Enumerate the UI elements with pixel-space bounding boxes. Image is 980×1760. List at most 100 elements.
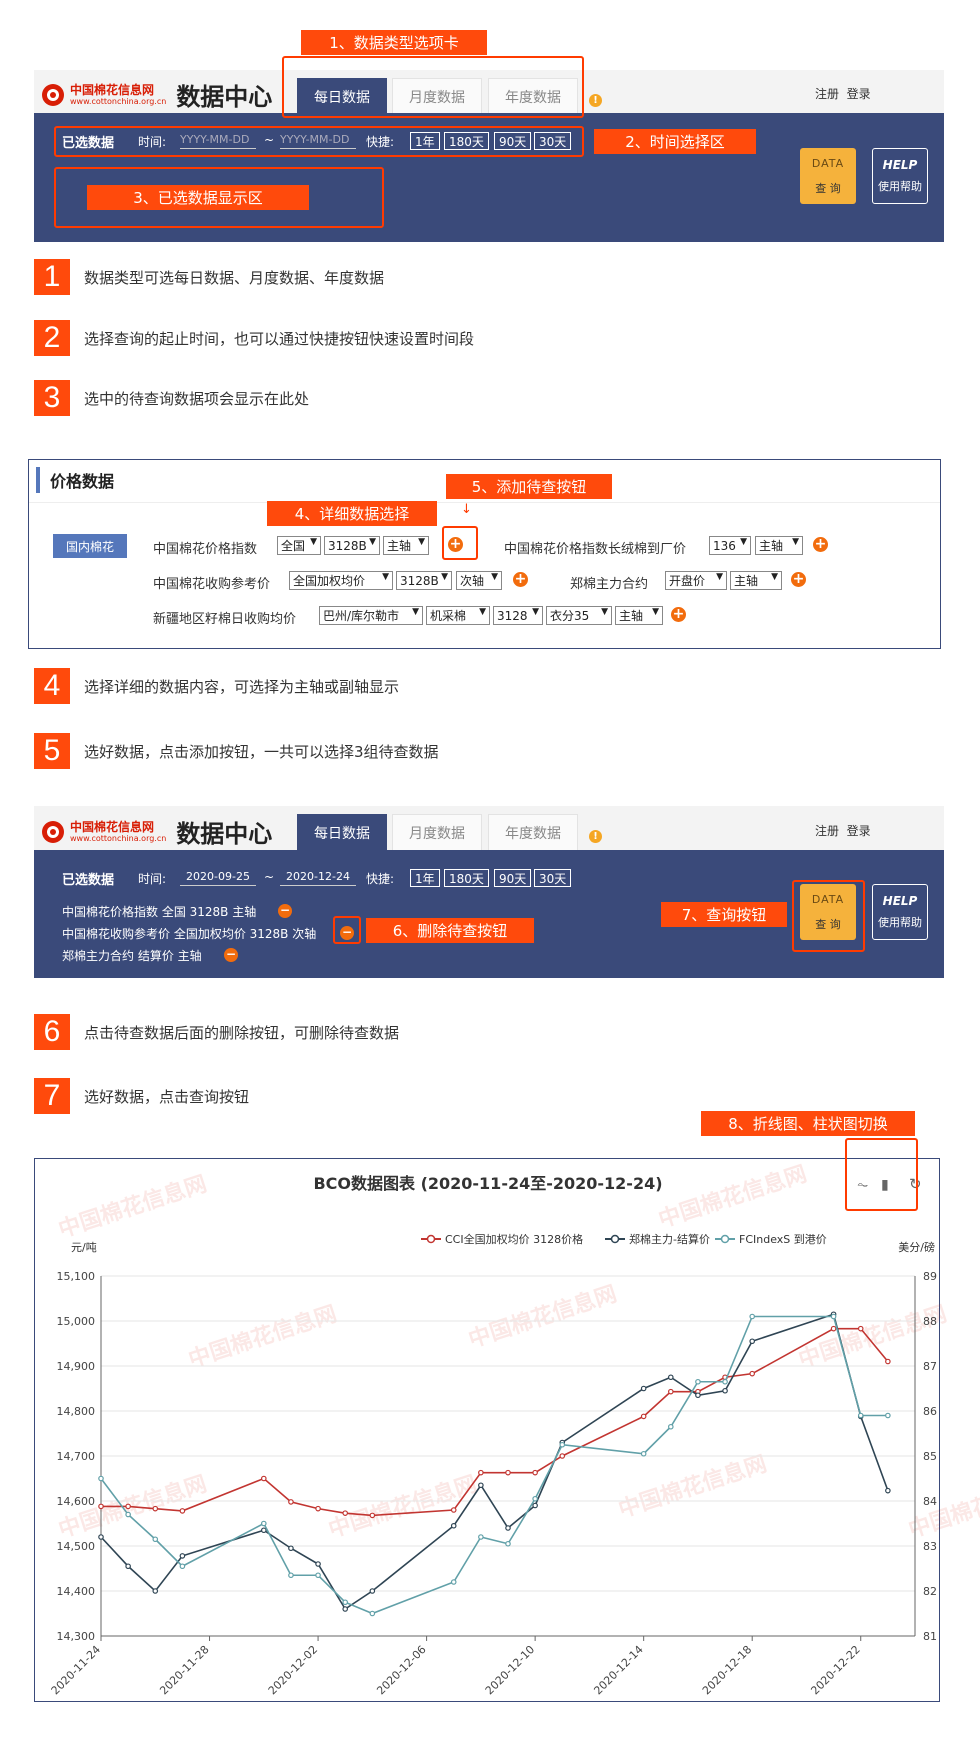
step-text: 选好数据，点击查询按钮 <box>84 1087 250 1106</box>
y-tick-left: 14,900 <box>57 1360 96 1373</box>
data-point <box>749 1338 756 1345</box>
line-chart: BCO数据图表 (2020-11-24至-2020-12-24) 元/吨 美分/磅 1… <box>49 1174 937 1697</box>
add-button[interactable]: + <box>791 572 806 587</box>
lint-select[interactable]: 衣分35 ▼ <box>546 606 612 625</box>
step-number: 5 <box>34 733 70 769</box>
brand-url: www.cottonchina.org.cn <box>70 96 167 106</box>
start-date-input[interactable]: 2020-09-25 <box>180 868 256 886</box>
remove-button[interactable]: − <box>278 904 292 918</box>
quick-180d-button[interactable]: 180天 <box>444 869 489 887</box>
category-domestic-cotton[interactable]: 国内棉花 <box>53 534 127 558</box>
end-date-input[interactable]: 2020-12-24 <box>280 868 356 886</box>
y-tick-left: 14,400 <box>57 1585 96 1598</box>
add-button[interactable]: + <box>813 537 828 552</box>
login-link[interactable]: 登录 <box>847 824 871 838</box>
tab-daily[interactable]: 每日数据 <box>297 814 387 850</box>
grade-select[interactable]: 3128B ▼ <box>396 571 452 590</box>
highlight-tabs <box>282 56 584 118</box>
add-button[interactable]: + <box>513 572 528 587</box>
tab-yearly[interactable]: 年度数据 <box>488 814 578 850</box>
highlight-remove <box>333 916 361 944</box>
auth-links: 注册 登录 <box>815 822 871 839</box>
callout-1: 1、数据类型选项卡 <box>301 30 487 55</box>
data-point <box>857 1412 864 1419</box>
data-point <box>179 1508 186 1514</box>
quick-30d-button[interactable]: 30天 <box>534 869 572 887</box>
y-tick-left: 14,500 <box>57 1540 96 1553</box>
axis-select[interactable]: 次轴 ▼ <box>456 571 502 590</box>
callout-8: 8、折线图、柱状图切换 <box>701 1111 915 1136</box>
data-point <box>98 1503 104 1510</box>
add-button[interactable]: + <box>671 607 686 622</box>
y-tick-left: 15,100 <box>57 1270 96 1283</box>
step-text: 选择查询的起止时间，也可以通过快捷按钮快速设置时间段 <box>84 329 475 348</box>
help-label: 使用帮助 <box>878 180 922 193</box>
grade-select[interactable]: 3128B ▼ <box>324 536 380 555</box>
step-number: 3 <box>34 380 70 416</box>
axis-select[interactable]: 主轴 ▼ <box>730 571 782 590</box>
type-select[interactable]: 机采棉 ▼ <box>426 606 490 625</box>
step-number: 1 <box>34 259 70 295</box>
data-point <box>288 1499 294 1505</box>
series-line <box>100 1313 889 1611</box>
legend-marker <box>720 1234 730 1244</box>
field-label: 新疆地区籽棉日收购均价 <box>153 612 297 627</box>
price-type-select[interactable]: 全国加权均价 ▼ <box>289 571 393 590</box>
axis-select[interactable]: 主轴 ▼ <box>755 536 803 555</box>
data-point <box>315 1505 321 1512</box>
data-center-title: 数据中心 <box>176 819 273 848</box>
region-select[interactable]: 全国 ▼ <box>277 536 321 555</box>
register-link[interactable]: 注册 <box>815 87 839 101</box>
warning-icon[interactable]: ! <box>589 830 602 843</box>
query-label: 查 询 <box>815 181 841 195</box>
step-2: 2 选择查询的起止时间，也可以通过快捷按钮快速设置时间段 <box>34 320 474 356</box>
y-tick-left: 14,800 <box>57 1405 96 1418</box>
data-point <box>640 1450 647 1457</box>
grade-select[interactable]: 3128 ▼ <box>493 606 543 625</box>
data-point <box>667 1374 674 1381</box>
step-number: 4 <box>34 668 70 704</box>
grade-select[interactable]: 136 ▼ <box>709 536 751 555</box>
axis-select[interactable]: 主轴 ▼ <box>615 606 663 625</box>
quick-label: 快捷: <box>366 872 395 886</box>
axis-select[interactable]: 主轴 ▼ <box>383 536 429 555</box>
legend-label: CCI全国加权均价 3128价格 <box>445 1232 583 1246</box>
data-point <box>749 1370 756 1377</box>
auth-links: 注册 登录 <box>815 85 871 102</box>
legend-label: 郑棉主力-结算价 <box>629 1232 710 1246</box>
time-label: 时间: <box>138 872 167 886</box>
brand-url: www.cottonchina.org.cn <box>70 833 167 843</box>
step-text: 点击待查数据后面的删除按钮，可删除待查数据 <box>84 1023 400 1042</box>
query-button[interactable]: DATA 查 询 <box>800 148 856 204</box>
data-point <box>261 1475 267 1482</box>
step-number: 7 <box>34 1078 70 1114</box>
data-point <box>450 1522 457 1529</box>
data-point <box>885 1358 891 1365</box>
quick-90d-button[interactable]: 90天 <box>494 869 532 887</box>
price-type-select[interactable]: 开盘价 ▼ <box>665 571 727 590</box>
region-select[interactable]: 巴州/库尔勒市 ▼ <box>319 606 423 625</box>
quick-1y-button[interactable]: 1年 <box>410 869 440 887</box>
remove-button[interactable]: − <box>224 948 238 962</box>
login-link[interactable]: 登录 <box>847 87 871 101</box>
data-point <box>532 1495 538 1502</box>
help-button[interactable]: HELP 使用帮助 <box>872 884 928 940</box>
y-tick-right: 88 <box>923 1315 937 1328</box>
data-point <box>450 1579 457 1585</box>
site-logo[interactable]: 中国棉花信息网 www.cottonchina.org.cn 数据中心 <box>42 814 272 849</box>
y-axis-right-label: 美分/磅 <box>898 1240 935 1254</box>
x-tick-label: 2020-12-14 <box>591 1643 645 1697</box>
brand-name: 中国棉花信息网 <box>70 82 155 97</box>
help-button[interactable]: HELP 使用帮助 <box>872 148 928 204</box>
data-point <box>342 1510 349 1516</box>
step-5: 5 选好数据，点击添加按钮，一共可以选择3组待查数据 <box>34 733 439 769</box>
y-tick-right: 83 <box>923 1540 937 1553</box>
tab-monthly[interactable]: 月度数据 <box>392 814 482 850</box>
warning-icon[interactable]: ! <box>589 94 602 107</box>
data-point <box>342 1606 349 1612</box>
register-link[interactable]: 注册 <box>815 824 839 838</box>
data-point <box>288 1572 294 1579</box>
site-logo[interactable]: 中国棉花信息网 www.cottonchina.org.cn 数据中心 <box>42 77 272 112</box>
data-point <box>722 1387 728 1394</box>
step-number: 2 <box>34 320 70 356</box>
